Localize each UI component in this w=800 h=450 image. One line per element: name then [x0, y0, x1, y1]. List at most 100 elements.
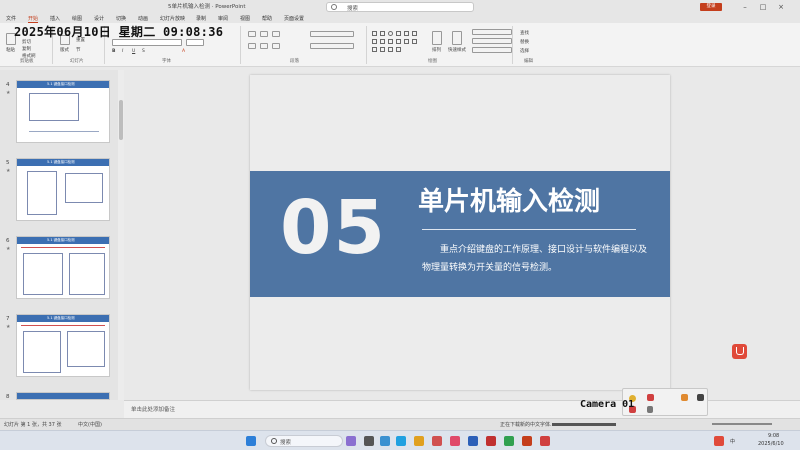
rectangle-shape-icon[interactable]: [380, 31, 385, 36]
slide-description[interactable]: 重点介绍键盘的工作原理、接口设计与软件编程以及物理量转换为开关量的信号检测。: [422, 241, 652, 277]
tab-home[interactable]: 开始: [28, 15, 39, 23]
tab-view[interactable]: 视图: [240, 15, 250, 22]
input-method-indicator[interactable]: 中: [730, 438, 735, 445]
shape-fill-dropdown[interactable]: [472, 29, 512, 35]
arrow-shape-icon[interactable]: [404, 31, 409, 36]
new-slide-button[interactable]: 版式: [60, 47, 69, 53]
camera-panel[interactable]: [622, 388, 708, 416]
tab-record[interactable]: 录制: [196, 15, 206, 22]
rectangle-shape-icon[interactable]: [372, 39, 377, 44]
shape-outline-dropdown[interactable]: [472, 38, 512, 44]
section-button[interactable]: 节: [76, 47, 81, 53]
powerpoint-icon[interactable]: [522, 436, 532, 446]
chrome-icon[interactable]: [504, 436, 514, 446]
brace-shape-icon[interactable]: [412, 39, 417, 44]
tab-insert[interactable]: 插入: [50, 15, 60, 22]
slide-thumbnail[interactable]: 5.1 键盘接口检测: [16, 80, 110, 143]
numbering-icon[interactable]: [260, 31, 268, 37]
copy-button[interactable]: 复制: [22, 46, 31, 52]
tab-slideshow[interactable]: 幻灯片放映: [160, 15, 185, 22]
select-button[interactable]: 选择: [520, 48, 529, 54]
task-view-icon[interactable]: [364, 436, 374, 446]
maximize-icon[interactable]: □: [756, 1, 770, 13]
shape-effects-dropdown[interactable]: [472, 47, 512, 53]
align-left-icon[interactable]: [248, 43, 256, 49]
tray-app-icon[interactable]: [714, 436, 724, 446]
chapter-number: 05: [280, 185, 387, 271]
paste-button[interactable]: 粘贴: [6, 47, 15, 53]
slide-title[interactable]: 单片机输入检测: [418, 181, 600, 218]
replace-button[interactable]: 替换: [520, 39, 529, 45]
slide-thumbnail[interactable]: 5.1 键盘接口检测: [16, 158, 110, 221]
arrange-button[interactable]: 排列: [432, 47, 441, 53]
line-shape-icon[interactable]: [412, 31, 417, 36]
browser-icon[interactable]: [396, 436, 406, 446]
windows-start-icon[interactable]: [246, 436, 256, 446]
indent-icon[interactable]: [272, 31, 280, 37]
font-name-dropdown[interactable]: [112, 39, 182, 46]
font-color-icon[interactable]: A: [182, 49, 185, 54]
login-button[interactable]: 登录: [700, 3, 722, 11]
floating-app-icon[interactable]: [732, 344, 747, 359]
tab-transitions[interactable]: 切换: [116, 15, 126, 22]
close-icon[interactable]: ×: [774, 1, 788, 13]
tab-design[interactable]: 设计: [94, 15, 104, 22]
app-icon[interactable]: [540, 436, 550, 446]
camera-control-icon[interactable]: [681, 394, 688, 401]
camera-control-icon[interactable]: [697, 394, 704, 401]
word-icon[interactable]: [468, 436, 478, 446]
tab-animations[interactable]: 动画: [138, 15, 148, 22]
star-shape-icon[interactable]: [396, 39, 401, 44]
tab-file[interactable]: 文件: [6, 15, 16, 22]
find-button[interactable]: 查找: [520, 30, 529, 36]
app-icon[interactable]: [432, 436, 442, 446]
oval-shape-icon[interactable]: [388, 31, 393, 36]
arrange-icon[interactable]: [432, 31, 442, 45]
rectangle-shape-icon[interactable]: [372, 31, 377, 36]
bullets-icon[interactable]: [248, 31, 256, 37]
app-icon[interactable]: [450, 436, 460, 446]
thumbnail-scrollbar[interactable]: [118, 70, 124, 400]
align-center-icon[interactable]: [260, 43, 268, 49]
align-right-icon[interactable]: [272, 43, 280, 49]
brace-shape-icon[interactable]: [404, 39, 409, 44]
folder-icon[interactable]: [414, 436, 424, 446]
slide-canvas[interactable]: 05 单片机输入检测 重点介绍键盘的工作原理、接口设计与软件编程以及物理量转换为…: [250, 75, 670, 390]
line-shape-icon[interactable]: [396, 31, 401, 36]
arrow-shape-icon[interactable]: [396, 47, 401, 52]
app-icon[interactable]: [486, 436, 496, 446]
clock-date[interactable]: 2025/6/10: [758, 441, 784, 447]
camera-control-icon[interactable]: [647, 406, 653, 413]
edge-browser-icon[interactable]: [380, 436, 390, 446]
slide-thumbnail[interactable]: 5.1 键盘接口检测: [16, 236, 110, 299]
tab-page-setup[interactable]: 页面设置: [284, 15, 304, 22]
text-direction-dropdown[interactable]: [310, 31, 354, 37]
italic-icon[interactable]: I: [122, 49, 123, 54]
tab-help[interactable]: 帮助: [262, 15, 272, 22]
underline-icon[interactable]: U: [132, 49, 135, 54]
quick-styles-button[interactable]: 快速样式: [448, 47, 466, 53]
triangle-shape-icon[interactable]: [380, 39, 385, 44]
rectangle-shape-icon[interactable]: [388, 39, 393, 44]
tab-draw[interactable]: 绘图: [72, 15, 82, 22]
arrow-shape-icon[interactable]: [388, 47, 393, 52]
clock-time[interactable]: 9:08: [768, 433, 779, 439]
strikethrough-icon[interactable]: S: [142, 49, 145, 54]
arrow-shape-icon[interactable]: [380, 47, 385, 52]
camera-control-icon[interactable]: [647, 394, 654, 401]
rectangle-shape-icon[interactable]: [372, 47, 377, 52]
scrollbar-handle[interactable]: [119, 100, 123, 140]
tab-review[interactable]: 审阅: [218, 15, 228, 22]
zoom-slider[interactable]: [712, 423, 772, 425]
app-icon[interactable]: [346, 436, 356, 446]
align-text-dropdown[interactable]: [310, 43, 354, 49]
slide-thumbnail[interactable]: 5.1 键盘接口检测: [16, 314, 110, 377]
quick-styles-icon[interactable]: [452, 31, 462, 45]
minimize-icon[interactable]: –: [738, 1, 752, 13]
taskbar-search[interactable]: 搜索: [265, 435, 343, 447]
slide-thumbnail[interactable]: [16, 392, 110, 400]
search-box[interactable]: 搜索: [326, 2, 474, 12]
font-size-dropdown[interactable]: [186, 39, 204, 46]
language-indicator[interactable]: 中文(中国): [78, 421, 102, 428]
bold-icon[interactable]: B: [112, 49, 115, 54]
